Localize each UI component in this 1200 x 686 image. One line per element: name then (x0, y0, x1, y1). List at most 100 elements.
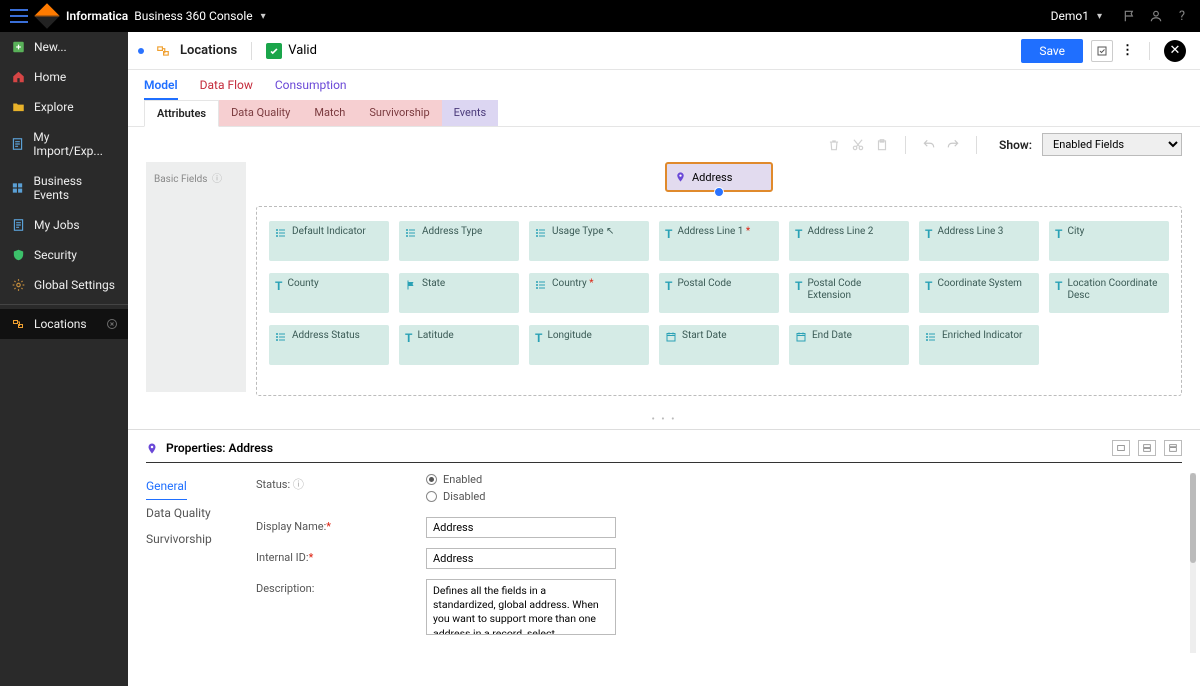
close-page-button[interactable]: ✕ (1164, 40, 1186, 62)
field-latitude[interactable]: TLatitude (399, 325, 519, 365)
info-icon[interactable]: ⓘ (293, 478, 304, 491)
sidebar-item-label: Business Events (34, 174, 118, 202)
status-disabled-radio[interactable]: Disabled (426, 490, 485, 503)
sidebar-item-new-[interactable]: New... (0, 32, 128, 62)
delete-icon[interactable] (827, 138, 841, 152)
tab-model[interactable]: Model (144, 78, 178, 100)
more-actions-button[interactable]: ⋮ (1121, 43, 1135, 58)
sidebar-item-my-import-exp-[interactable]: My Import/Exp... (0, 122, 128, 166)
field-coordinate-system[interactable]: TCoordinate System (919, 273, 1039, 313)
save-button[interactable]: Save (1021, 39, 1083, 63)
home-icon (10, 70, 26, 84)
field-address-line-3[interactable]: TAddress Line 3 (919, 221, 1039, 261)
sidebar-item-label: New... (34, 40, 67, 54)
field-city[interactable]: TCity (1049, 221, 1169, 261)
field-start-date[interactable]: Start Date (659, 325, 779, 365)
doc-icon (10, 218, 26, 232)
address-group-chip[interactable]: Address (665, 162, 773, 192)
field-postal-code-extension[interactable]: TPostal Code Extension (789, 273, 909, 313)
sidebar-item-security[interactable]: Security (0, 240, 128, 270)
pin-icon (146, 441, 158, 456)
prop-tab-survivorship[interactable]: Survivorship (146, 526, 256, 552)
prop-tab-data-quality[interactable]: Data Quality (146, 500, 256, 526)
subtab-survivorship[interactable]: Survivorship (357, 100, 441, 126)
display-name-input[interactable] (426, 517, 616, 538)
tab-consumption[interactable]: Consumption (275, 78, 347, 100)
close-icon[interactable] (106, 318, 118, 330)
tab-data-flow[interactable]: Data Flow (200, 78, 253, 100)
subtab-match[interactable]: Match (302, 100, 357, 126)
status-enabled-radio[interactable]: Enabled (426, 473, 485, 486)
field-default-indicator[interactable]: Default Indicator (269, 221, 389, 261)
redo-icon[interactable] (946, 138, 960, 152)
properties-tabs: GeneralData QualitySurvivorship (146, 473, 256, 645)
checkbox-button[interactable] (1091, 40, 1113, 62)
user-name-label: Demo1 (1051, 9, 1089, 23)
field-enriched-indicator[interactable]: Enriched Indicator (919, 325, 1039, 365)
page-title: Locations (180, 43, 237, 58)
field-address-line-1[interactable]: TAddress Line 1 * (659, 221, 779, 261)
field-country[interactable]: Country * (529, 273, 649, 313)
flag-icon[interactable] (1122, 8, 1138, 24)
prop-tab-general[interactable]: General (146, 473, 187, 500)
field-label: County (287, 278, 318, 308)
user-menu[interactable]: Demo1 ▾ (1051, 9, 1102, 23)
dirty-indicator (138, 48, 144, 54)
properties-form: Status: ⓘ Enabled Disabled Display Name:… (256, 473, 1182, 645)
sidebar-item-label: Security (34, 248, 77, 262)
help-icon[interactable]: ? (1174, 8, 1190, 24)
doc-icon (10, 137, 25, 151)
show-filter-select[interactable]: Enabled Fields (1042, 133, 1182, 156)
sidebar-item-home[interactable]: Home (0, 62, 128, 92)
field-end-date[interactable]: End Date (789, 325, 909, 365)
primary-tabs: Model Data Flow Consumption (128, 70, 1200, 100)
sidebar-item-global-settings[interactable]: Global Settings (0, 270, 128, 300)
field-label: Latitude (417, 330, 453, 360)
field-state[interactable]: State (399, 273, 519, 313)
subtab-attributes[interactable]: Attributes (144, 100, 219, 127)
cut-icon[interactable] (851, 138, 865, 152)
chip-label: Address (692, 171, 732, 184)
panel-resize-handle[interactable]: • • • (128, 410, 1200, 429)
subtab-events[interactable]: Events (442, 100, 499, 126)
field-label: City (1067, 226, 1084, 256)
sidebar-item-business-events[interactable]: Business Events (0, 166, 128, 210)
field-label: Postal Code (677, 278, 731, 308)
layout-split-v-icon[interactable] (1164, 440, 1182, 456)
folder-icon (10, 100, 26, 114)
sidebar-item-my-jobs[interactable]: My Jobs (0, 210, 128, 240)
plus-icon (10, 40, 26, 54)
properties-panel: Properties: Address GeneralData QualityS… (128, 429, 1200, 655)
field-address-status[interactable]: Address Status (269, 325, 389, 365)
field-usage-type[interactable]: Usage Type ↖ (529, 221, 649, 261)
subtab-data-quality[interactable]: Data Quality (219, 100, 302, 126)
fields-container: Default IndicatorAddress TypeUsage Type … (256, 206, 1182, 396)
global-topbar: Informatica Business 360 Console ▾ Demo1… (0, 0, 1200, 32)
field-county[interactable]: TCounty (269, 273, 389, 313)
description-textarea[interactable] (426, 579, 616, 635)
menu-icon[interactable] (10, 9, 28, 23)
field-postal-code[interactable]: TPostal Code (659, 273, 779, 313)
sidebar-item-explore[interactable]: Explore (0, 92, 128, 122)
main-panel: Locations Valid Save ⋮ ✕ Model Data Flow C… (128, 32, 1200, 686)
cursor-icon: ↖ (606, 226, 614, 237)
sidebar-item-label: Explore (34, 100, 74, 114)
sidebar-open-locations[interactable]: Locations (0, 309, 128, 339)
scrollbar[interactable] (1190, 473, 1196, 653)
product-name[interactable]: Business 360 Console (134, 9, 252, 23)
layout-single-icon[interactable] (1112, 440, 1130, 456)
layout-split-h-icon[interactable] (1138, 440, 1156, 456)
field-address-type[interactable]: Address Type (399, 221, 519, 261)
field-address-line-2[interactable]: TAddress Line 2 (789, 221, 909, 261)
paste-icon[interactable] (875, 138, 889, 152)
internal-id-input[interactable] (426, 548, 616, 569)
undo-icon[interactable] (922, 138, 936, 152)
sidebar-item-label: Global Settings (34, 278, 115, 292)
basic-fields-panel[interactable]: Basic Fields ⓘ (146, 162, 246, 392)
field-longitude[interactable]: TLongitude (529, 325, 649, 365)
field-location-coordinate-desc[interactable]: TLocation Coordinate Desc (1049, 273, 1169, 313)
page-header: Locations Valid Save ⋮ ✕ (128, 32, 1200, 70)
user-icon[interactable] (1148, 8, 1164, 24)
info-icon[interactable]: ⓘ (212, 174, 222, 185)
chevron-down-icon[interactable]: ▾ (261, 11, 266, 22)
